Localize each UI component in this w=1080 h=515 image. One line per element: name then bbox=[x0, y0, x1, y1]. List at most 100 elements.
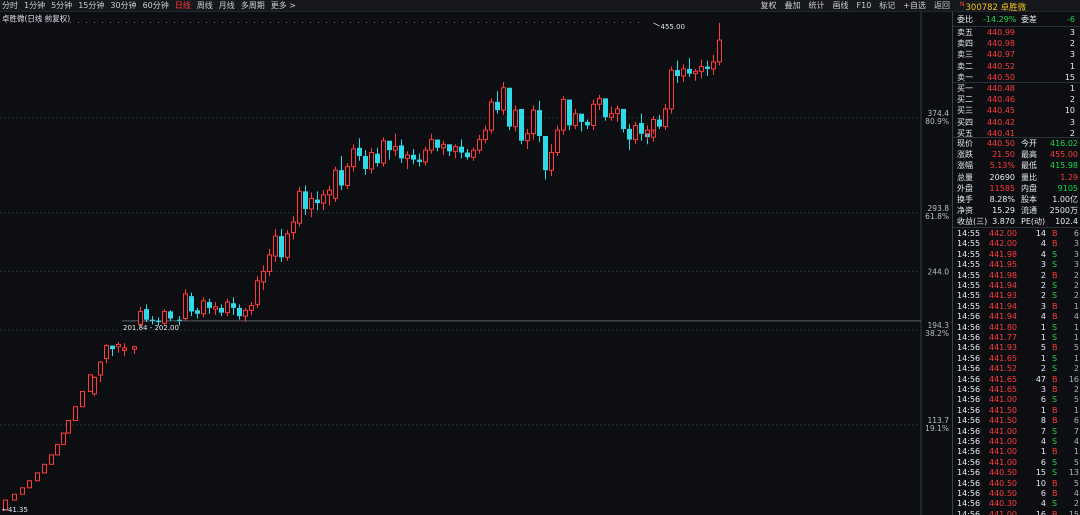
ask-price: 440.97 bbox=[987, 50, 1015, 60]
tick-time: 14:55 bbox=[957, 291, 981, 301]
candle-body bbox=[561, 99, 566, 131]
candle-body bbox=[399, 145, 404, 159]
candle-body bbox=[471, 149, 476, 158]
ruler-dot bbox=[294, 22, 295, 23]
stat-value: 440.50 bbox=[987, 139, 1015, 148]
kline-chart[interactable]: 374.480.9%293.861.8%244.0194.338.2%113.7… bbox=[0, 12, 952, 515]
candle-body bbox=[110, 345, 115, 350]
ask-volume: 1 bbox=[1069, 61, 1075, 71]
tick-row: 14:56 441.00 6 S 5 bbox=[953, 457, 1080, 468]
candle-body bbox=[573, 113, 578, 126]
candle-body bbox=[369, 152, 374, 170]
tick-count: 5 bbox=[1073, 478, 1079, 488]
tool-button-4[interactable]: F10 bbox=[857, 0, 872, 12]
tick-row: 14:56 441.65 1 S 1 bbox=[953, 353, 1080, 364]
tick-price: 440.30 bbox=[989, 499, 1017, 509]
tick-volume: 6 bbox=[1040, 457, 1046, 467]
tick-side: S bbox=[1052, 426, 1058, 436]
ruler-dot bbox=[102, 22, 103, 23]
candle-body bbox=[441, 143, 446, 149]
tick-row: 14:56 441.00 1 B 1 bbox=[953, 446, 1080, 457]
tick-volume: 2 bbox=[1040, 270, 1046, 280]
tick-volume: 1 bbox=[1040, 333, 1046, 342]
candle-body bbox=[279, 236, 284, 258]
quote-panel: 委比 -14.29% 委差 -6 卖五 440.99 3 卖四 440.98 2 卖三 440.97 3… bbox=[952, 12, 1080, 515]
tick-price: 441.98 bbox=[989, 249, 1017, 259]
tool-button-1[interactable]: 叠加 bbox=[785, 0, 801, 12]
bid-row: 买四 440.42 3 bbox=[953, 117, 1080, 128]
ruler-dot bbox=[574, 22, 575, 23]
candle-body bbox=[429, 139, 434, 151]
tick-side: B bbox=[1052, 239, 1058, 249]
tool-button-5[interactable]: 标记 bbox=[879, 0, 895, 12]
period-tab-9[interactable]: 多周期 bbox=[241, 0, 265, 12]
period-tab-1[interactable]: 1分钟 bbox=[24, 0, 45, 12]
ruler-dot bbox=[230, 22, 231, 23]
tick-time: 14:56 bbox=[957, 395, 981, 405]
tick-price: 441.95 bbox=[989, 260, 1017, 270]
tick-volume: 4 bbox=[1040, 249, 1046, 259]
tool-button-6[interactable]: +自选 bbox=[903, 0, 926, 12]
stat-row: 换手 8.28% 股本 1.00亿 bbox=[953, 194, 1080, 205]
tick-time: 14:56 bbox=[957, 478, 981, 488]
stat-value: 3.870 bbox=[992, 217, 1015, 227]
candle-body bbox=[459, 146, 464, 153]
tool-button-2[interactable]: 统计 bbox=[809, 0, 825, 12]
tick-side: B bbox=[1052, 478, 1058, 488]
stat-value: 11585 bbox=[989, 183, 1015, 193]
tool-button-7[interactable]: 返回 bbox=[934, 0, 950, 12]
period-tab-5[interactable]: 60分钟 bbox=[143, 0, 169, 12]
stat-label: 现价 bbox=[957, 139, 973, 148]
tick-side: B bbox=[1052, 229, 1058, 238]
tick-volume: 4 bbox=[1040, 239, 1046, 249]
tick-time: 14:56 bbox=[957, 374, 981, 384]
tick-time: 14:56 bbox=[957, 405, 981, 415]
stat-value: 1.29 bbox=[1060, 172, 1078, 182]
bid-label: 买一 bbox=[957, 84, 973, 93]
tick-volume: 47 bbox=[1035, 374, 1046, 384]
period-tab-4[interactable]: 30分钟 bbox=[110, 0, 136, 12]
stock-title[interactable]: N300782 卓胜微 bbox=[960, 1, 1026, 13]
period-tab-3[interactable]: 15分钟 bbox=[78, 0, 104, 12]
candle-body bbox=[213, 306, 218, 310]
candle-body bbox=[591, 103, 596, 126]
period-tab-6[interactable]: 日线 bbox=[175, 0, 191, 12]
candle-body bbox=[333, 169, 338, 199]
ask-price: 440.98 bbox=[987, 39, 1015, 49]
tick-row: 14:55 442.00 4 B 3 bbox=[953, 238, 1080, 249]
candle-body bbox=[35, 472, 40, 482]
tool-button-0[interactable]: 复权 bbox=[761, 0, 777, 12]
y-tick-pct: 19.1% bbox=[925, 424, 949, 433]
tick-row: 14:56 441.94 4 B 4 bbox=[953, 311, 1080, 322]
candle-body bbox=[66, 420, 71, 434]
tick-row: 14:55 441.93 2 S 2 bbox=[953, 290, 1080, 301]
period-tab-2[interactable]: 5分钟 bbox=[51, 0, 72, 12]
tick-side: S bbox=[1052, 249, 1058, 259]
tick-volume: 1 bbox=[1040, 405, 1046, 415]
period-tab-8[interactable]: 月线 bbox=[219, 0, 235, 12]
period-tab-0[interactable]: 分时 bbox=[2, 0, 18, 12]
ruler-dot bbox=[550, 22, 551, 23]
range-label: 201.84 - 202.00 bbox=[123, 324, 179, 332]
max-label: 455.00 bbox=[661, 23, 686, 31]
tick-side: S bbox=[1052, 291, 1058, 301]
ruler-dot bbox=[238, 22, 239, 23]
candle-body bbox=[411, 154, 416, 160]
period-tab-10[interactable]: 更多 > bbox=[271, 0, 296, 12]
candle-body bbox=[627, 128, 632, 140]
tool-button-3[interactable]: 画线 bbox=[833, 0, 849, 12]
tick-price: 441.77 bbox=[989, 333, 1017, 342]
ruler-dot bbox=[382, 22, 383, 23]
ruler-dot bbox=[398, 22, 399, 23]
ruler-dot bbox=[86, 22, 87, 23]
candle-body bbox=[633, 124, 638, 141]
tick-price: 441.00 bbox=[989, 437, 1017, 446]
weibi-label: 委比 bbox=[957, 15, 973, 24]
y-tick-pct: 80.9% bbox=[925, 117, 949, 126]
stat-label: 量比 bbox=[1021, 172, 1037, 182]
period-tab-7[interactable]: 周线 bbox=[197, 0, 213, 12]
tick-time: 14:56 bbox=[957, 509, 981, 515]
tick-row: 14:55 441.98 4 S 3 bbox=[953, 249, 1080, 260]
ruler-dot bbox=[494, 22, 495, 23]
tick-side: S bbox=[1052, 468, 1058, 478]
